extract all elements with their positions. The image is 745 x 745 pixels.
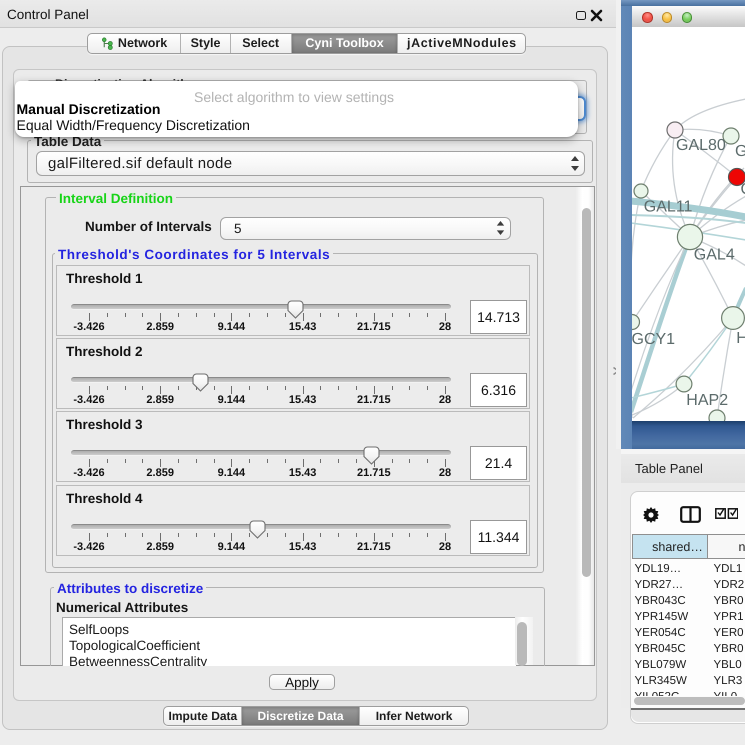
svg-text:GCY1: GCY1 — [632, 331, 675, 348]
svg-text:GAL4: GAL4 — [694, 246, 735, 263]
svg-text:GA: GA — [735, 143, 745, 160]
svg-text:GAL80: GAL80 — [676, 137, 726, 154]
svg-text:C: C — [741, 181, 745, 198]
svg-text:GAL11: GAL11 — [644, 199, 693, 216]
svg-text:HAP2: HAP2 — [686, 392, 728, 409]
svg-text:H: H — [736, 330, 745, 347]
